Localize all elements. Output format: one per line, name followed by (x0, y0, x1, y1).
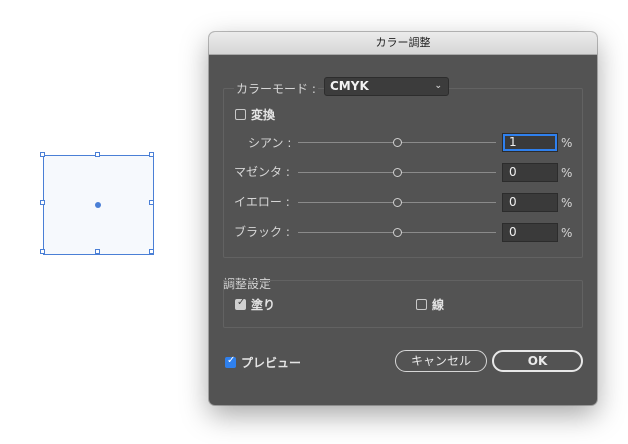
fill-label: 塗り (251, 298, 276, 312)
yellow-value-input[interactable]: 0 (502, 193, 558, 212)
selected-rectangle-artwork[interactable] (43, 155, 154, 255)
preview-checkbox[interactable] (225, 355, 236, 368)
magenta-label: マゼンタ : (234, 165, 290, 179)
black-label: ブラック : (234, 225, 290, 239)
chevron-down-icon: ⌄ (434, 81, 442, 91)
black-slider-thumb[interactable] (393, 228, 402, 237)
handle-bottom-left[interactable] (40, 249, 45, 254)
handle-bottom-middle[interactable] (95, 249, 100, 254)
yellow-slider-thumb[interactable] (393, 198, 402, 207)
cancel-button[interactable]: キャンセル (395, 350, 487, 372)
cyan-value-input[interactable]: 1 (502, 133, 558, 152)
handle-top-middle[interactable] (95, 152, 100, 157)
yellow-label: イエロー : (234, 195, 290, 209)
yellow-percent-unit: % (561, 196, 573, 210)
handle-middle-right[interactable] (149, 200, 154, 205)
adjust-settings-group-box (223, 280, 583, 328)
magenta-slider-thumb[interactable] (393, 168, 402, 177)
dialog-title: カラー調整 (209, 32, 597, 55)
color-mode-value: CMYK (330, 79, 369, 93)
magenta-value-input[interactable]: 0 (502, 163, 558, 182)
cyan-percent-unit: % (561, 136, 573, 150)
convert-checkbox[interactable] (235, 109, 246, 120)
ok-button[interactable]: OK (492, 350, 583, 372)
black-value-input[interactable]: 0 (502, 223, 558, 242)
convert-label: 変換 (251, 108, 276, 122)
fill-checkbox[interactable] (235, 297, 246, 310)
handle-bottom-right[interactable] (149, 249, 154, 254)
handle-top-right[interactable] (149, 152, 154, 157)
handle-top-left[interactable] (40, 152, 45, 157)
adjust-colors-dialog: カラー調整 カラーモード : CMYK ⌄ 変換 シアン : 1 % マゼンタ … (209, 32, 597, 405)
color-mode-label: カラーモード : (234, 80, 318, 97)
stroke-label: 線 (432, 298, 445, 312)
color-mode-select[interactable]: CMYK ⌄ (324, 77, 449, 96)
center-point (95, 202, 101, 208)
preview-label: プレビュー (241, 356, 302, 370)
cyan-slider-thumb[interactable] (393, 138, 402, 147)
magenta-percent-unit: % (561, 166, 573, 180)
stroke-checkbox[interactable] (416, 299, 427, 310)
black-percent-unit: % (561, 226, 573, 240)
cyan-label: シアン : (248, 136, 292, 150)
handle-middle-left[interactable] (40, 200, 45, 205)
